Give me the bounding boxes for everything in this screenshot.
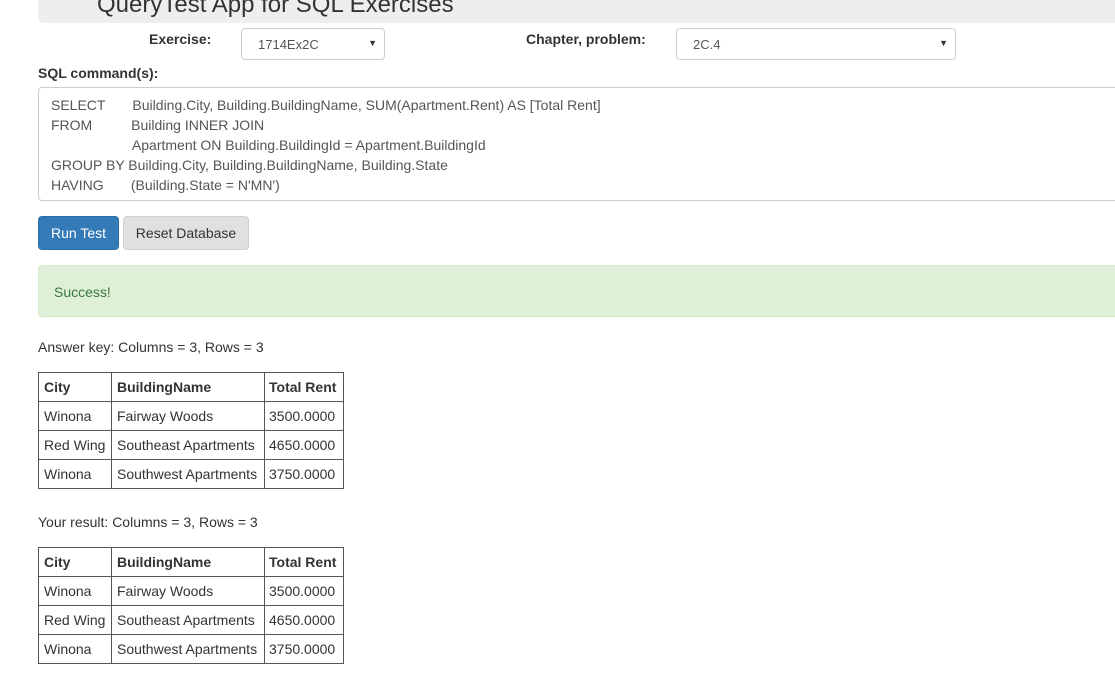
column-header: BuildingName [111, 372, 265, 402]
app-header: QueryTest App for SQL Exercises [38, 0, 1115, 23]
table-cell: Southwest Apartments [111, 459, 265, 489]
reset-database-button[interactable]: Reset Database [123, 216, 249, 250]
chapter-problem-select-value: 2C.4 [693, 37, 721, 52]
sql-line: FROM Building INNER JOIN [51, 117, 265, 133]
table-row: Winona Southwest Apartments 3750.0000 [38, 459, 344, 489]
app-title: QueryTest App for SQL Exercises [97, 0, 454, 18]
table-cell: 4650.0000 [264, 430, 344, 460]
table-cell: Winona [38, 576, 112, 606]
table-row: Winona Fairway Woods 3500.0000 [38, 401, 344, 431]
sql-line: HAVING (Building.State = N'MN') [51, 177, 280, 193]
table-cell: Southwest Apartments [111, 634, 265, 664]
table-cell: Winona [38, 634, 112, 664]
table-row: Red Wing Southeast Apartments 4650.0000 [38, 430, 344, 460]
sql-line: SELECT Building.City, Building.BuildingN… [51, 97, 601, 113]
table-cell: Fairway Woods [111, 401, 265, 431]
table-cell: Fairway Woods [111, 576, 265, 606]
sql-line: Apartment ON Building.BuildingId = Apart… [51, 137, 486, 153]
table-cell: 4650.0000 [264, 605, 344, 635]
sql-command-textarea[interactable]: SELECT Building.City, Building.BuildingN… [38, 87, 1115, 201]
chapter-problem-label: Chapter, problem: [526, 31, 646, 47]
caret-down-icon: ▼ [939, 38, 948, 48]
success-alert: Success! [38, 265, 1115, 317]
table-header-row: City BuildingName Total Rent [38, 372, 344, 402]
answer-key-table: City BuildingName Total Rent Winona Fair… [38, 372, 344, 489]
exercise-select-value: 1714Ex2C [258, 37, 319, 52]
answer-key-summary: Answer key: Columns = 3, Rows = 3 [38, 339, 264, 355]
table-cell: Southeast Apartments [111, 605, 265, 635]
sql-commands-label: SQL command(s): [38, 65, 159, 81]
your-result-summary: Your result: Columns = 3, Rows = 3 [38, 514, 258, 530]
column-header: BuildingName [111, 547, 265, 577]
column-header: Total Rent [264, 547, 344, 577]
exercise-select[interactable]: 1714Ex2C ▼ [241, 28, 385, 60]
table-cell: 3750.0000 [264, 634, 344, 664]
success-alert-message: Success! [54, 284, 111, 300]
table-cell: Red Wing [38, 605, 112, 635]
table-cell: Red Wing [38, 430, 112, 460]
column-header: Total Rent [264, 372, 344, 402]
table-header-row: City BuildingName Total Rent [38, 547, 344, 577]
table-cell: Southeast Apartments [111, 430, 265, 460]
chapter-problem-select[interactable]: 2C.4 ▼ [676, 28, 956, 60]
table-cell: Winona [38, 459, 112, 489]
column-header: City [38, 547, 112, 577]
caret-down-icon: ▼ [368, 38, 377, 48]
your-result-table: City BuildingName Total Rent Winona Fair… [38, 547, 344, 664]
table-cell: 3500.0000 [264, 576, 344, 606]
table-cell: Winona [38, 401, 112, 431]
table-cell: 3750.0000 [264, 459, 344, 489]
table-row: Red Wing Southeast Apartments 4650.0000 [38, 605, 344, 635]
exercise-label: Exercise: [149, 31, 212, 47]
sql-line: GROUP BY Building.City, Building.Buildin… [51, 157, 448, 173]
page: QueryTest App for SQL Exercises Exercise… [0, 0, 1115, 679]
table-cell: 3500.0000 [264, 401, 344, 431]
table-row: Winona Fairway Woods 3500.0000 [38, 576, 344, 606]
run-test-button[interactable]: Run Test [38, 216, 119, 250]
table-row: Winona Southwest Apartments 3750.0000 [38, 634, 344, 664]
column-header: City [38, 372, 112, 402]
